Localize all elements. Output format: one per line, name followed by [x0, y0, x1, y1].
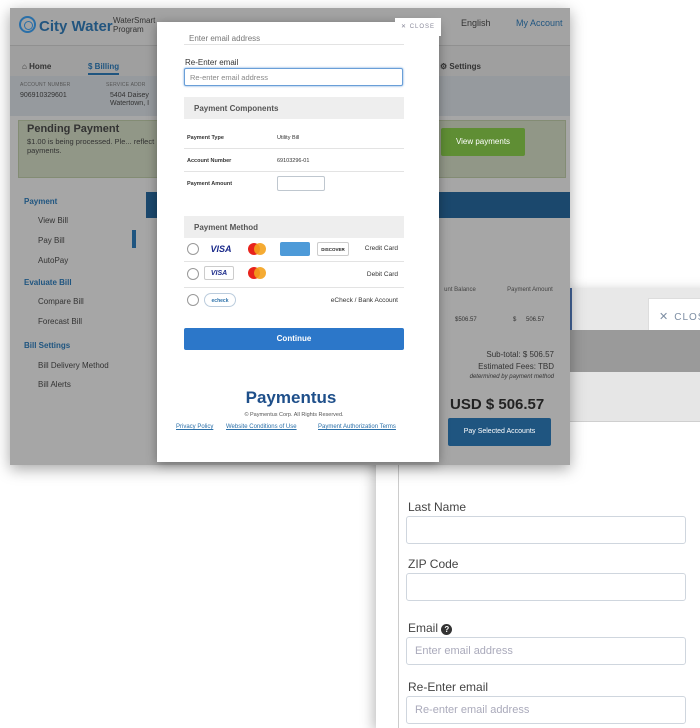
debit-radio[interactable]	[187, 268, 199, 280]
service-address-line1: 5404 Daisey	[110, 92, 149, 99]
maestro-card-icon	[244, 266, 270, 280]
nav-settings[interactable]: ⚙ Settings	[440, 62, 481, 71]
sidebar-head-settings: Bill Settings	[24, 341, 71, 350]
sidebar-item-compare-bill[interactable]: Compare Bill	[38, 297, 84, 306]
conditions-link[interactable]: Website Conditions of Use	[226, 424, 297, 430]
nav-home[interactable]: ⌂ Home	[22, 62, 51, 71]
email-input[interactable]: Enter email address	[406, 637, 686, 665]
sidebar-item-view-bill[interactable]: View Bill	[38, 216, 68, 225]
last-name-label: Last Name	[408, 500, 467, 514]
account-number-value: 69103296-01	[277, 158, 310, 164]
mastercard-icon	[244, 242, 270, 256]
payment-type-label: Payment Type	[187, 135, 224, 141]
credit-radio[interactable]	[187, 243, 199, 255]
sidebar-head-evaluate: Evaluate Bill	[24, 278, 72, 287]
account-number: 906910329601	[20, 92, 67, 99]
account-number-label: ACCOUNT NUMBER	[20, 82, 71, 88]
paymentus-logo: Paymentus	[245, 388, 337, 407]
echeck-radio[interactable]	[187, 294, 199, 306]
home-icon: ⌂	[22, 62, 27, 71]
privacy-policy-link[interactable]: Privacy Policy	[176, 424, 213, 430]
echeck-label: eCheck / Bank Account	[330, 297, 398, 304]
pay-selected-button[interactable]: Pay Selected Accounts	[448, 418, 551, 446]
active-item-marker	[132, 230, 136, 248]
total-amount: USD $ 506.57	[450, 396, 545, 413]
my-account-link[interactable]: My Account	[516, 18, 563, 28]
echeck-icon: echeck	[204, 293, 236, 307]
balance-cell: $506.57	[455, 317, 477, 323]
email-top-partial: Enter email address	[189, 34, 261, 43]
amex-card-icon	[280, 242, 310, 256]
divider	[184, 148, 404, 149]
close-icon[interactable]: ✕	[401, 24, 407, 30]
payment-amount-label: Payment Amount	[187, 181, 233, 187]
fees-note: determined by payment method	[469, 374, 554, 380]
divider	[184, 261, 404, 262]
payment-type-value: Utility Bill	[277, 135, 300, 141]
divider	[184, 287, 404, 288]
language-link[interactable]: English	[461, 18, 491, 28]
payment-cell: 506.57	[526, 317, 545, 323]
reenter-email-input[interactable]: Re-enter email address	[406, 696, 686, 724]
logo-icon	[19, 16, 36, 33]
help-icon[interactable]: ?	[441, 624, 453, 635]
estimated-fees: Estimated Fees: TBD	[478, 362, 554, 371]
sidebar-item-delivery[interactable]: Bill Delivery Method	[38, 361, 109, 370]
reenter-email-label: Re-Enter email	[185, 58, 239, 67]
pending-text: $1.00 is being processed. Ple... reflect…	[27, 137, 155, 155]
sidebar-item-forecast-bill[interactable]: Forecast Bill	[38, 317, 82, 326]
payment-amount-input[interactable]	[277, 176, 325, 191]
last-name-input[interactable]	[406, 516, 686, 544]
zip-code-input[interactable]	[406, 573, 686, 601]
service-address-label: SERVICE ADDR	[106, 82, 146, 88]
logo[interactable]: City Water	[39, 18, 113, 35]
credit-card-label: Credit Card	[364, 245, 398, 252]
col-head-balance: unt Balance	[444, 287, 476, 293]
modal-close[interactable]: ✕ CLOSE	[395, 18, 441, 36]
close-tab[interactable]: ✕CLOSE	[648, 298, 700, 330]
dollar-cell: $	[513, 317, 517, 323]
zip-code-label: ZIP Code	[408, 557, 459, 571]
pending-title: Pending Payment	[27, 123, 120, 135]
gear-icon: ⚙	[440, 62, 448, 71]
close-icon[interactable]: ✕	[659, 311, 669, 323]
service-address-line2: Watertown, I	[110, 100, 150, 107]
copyright: © Paymentus Corp. All Rights Reserved.	[244, 412, 344, 418]
payment-method-header: Payment Method	[184, 216, 404, 238]
visa-debit-icon: VISA	[204, 266, 234, 280]
sidebar-item-alerts[interactable]: Bill Alerts	[38, 380, 71, 389]
subtotal: Sub-total: $ 506.57	[486, 350, 554, 359]
col-head-payment: Payment Amount	[507, 287, 553, 293]
sidebar-head-payment: Payment	[24, 197, 58, 206]
account-number-label: Account Number	[187, 158, 232, 164]
visa-card-icon: VISA	[210, 244, 232, 254]
email-label: Email ?	[408, 621, 453, 635]
payment-components-header: Payment Components	[184, 97, 404, 119]
view-payments-button[interactable]: View payments	[441, 128, 525, 156]
authorization-terms-link[interactable]: Payment Authorization Terms	[318, 424, 396, 430]
debit-card-label: Debit Card	[366, 271, 398, 278]
divider	[184, 171, 404, 172]
divider	[184, 44, 404, 45]
continue-button[interactable]: Continue	[184, 328, 404, 350]
sidebar-item-autopay[interactable]: AutoPay	[38, 256, 68, 265]
sidebar-item-pay-bill[interactable]: Pay Bill	[38, 236, 65, 245]
reenter-email-label: Re-Enter email	[408, 680, 489, 694]
nav-billing[interactable]: $ Billing	[88, 62, 120, 75]
reenter-email-input[interactable]: Re-enter email address	[184, 68, 403, 86]
